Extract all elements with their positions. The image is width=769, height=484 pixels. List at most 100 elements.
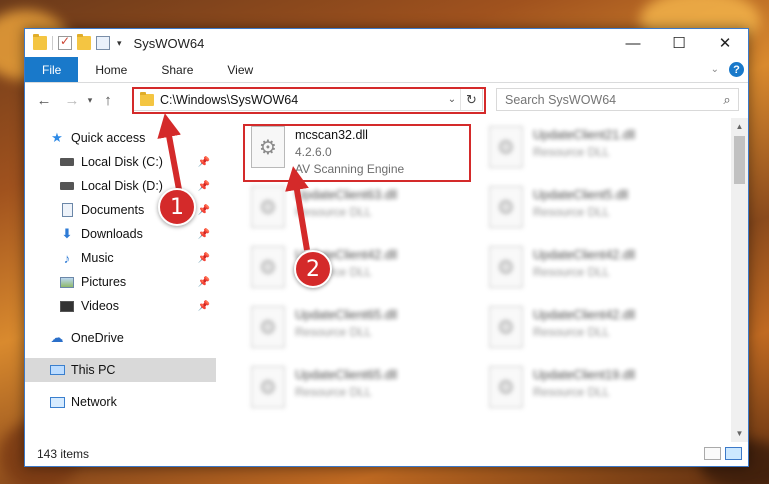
drive-icon (59, 179, 75, 193)
address-bar[interactable]: C:\Windows\SysWOW64 ⌄ ↻ (133, 88, 483, 111)
sidebar-item-label: Videos (81, 299, 119, 313)
item-count: 143 items (37, 447, 90, 461)
explorer-window: ▾ SysWOW64 — ☐ ✕ File Home Share View ⌄ … (24, 28, 749, 467)
pin-icon[interactable]: 📌 (198, 229, 210, 240)
properties-check-icon[interactable] (58, 34, 72, 50)
forward-arrow-icon[interactable]: → (61, 92, 83, 109)
sidebar-item-local-disk-c[interactable]: Local Disk (C:) 📌 (25, 150, 216, 174)
sidebar-item-onedrive[interactable]: ☁ OneDrive (25, 326, 216, 350)
dll-file-icon: ⚙ (251, 126, 285, 168)
address-dropdown-chevron-icon[interactable]: ⌄ (444, 94, 460, 105)
dll-file-icon: ⚙ (489, 306, 523, 348)
file-item-mcscan32[interactable]: ⚙ mcscan32.dll 4.2.6.0 AV Scanning Engin… (245, 118, 475, 176)
tab-home[interactable]: Home (78, 57, 144, 82)
vertical-scrollbar[interactable]: ▲ ▼ (731, 118, 748, 442)
sidebar-item-downloads[interactable]: ⬇ Downloads 📌 (25, 222, 216, 246)
pictures-icon (59, 275, 75, 289)
drive-icon (59, 155, 75, 169)
new-folder-icon[interactable] (77, 34, 91, 50)
pin-icon[interactable]: 📌 (198, 205, 210, 216)
tab-share[interactable]: Share (144, 57, 210, 82)
sidebar-item-quick-access[interactable]: ★ Quick access (25, 126, 216, 150)
file-name: UpdateClient21.dll (533, 128, 636, 142)
large-icons-view-icon[interactable] (725, 447, 742, 460)
status-bar: 143 items (25, 442, 748, 466)
file-item[interactable]: ⚙ UpdateClient42.dll Resource DLL (483, 238, 713, 296)
view-options-icon[interactable] (96, 36, 110, 50)
up-arrow-icon[interactable]: ↑ (97, 92, 119, 109)
file-name: UpdateClient42.dll (533, 248, 636, 262)
chevron-down-icon[interactable]: ▾ (117, 38, 122, 49)
title-bar: ▾ SysWOW64 — ☐ ✕ (25, 29, 748, 57)
file-item[interactable]: ⚙ UpdateClient63.dll Resource DLL (245, 178, 475, 236)
file-version: 4.2.6.0 (295, 145, 332, 159)
file-type: Resource DLL (533, 265, 610, 279)
sidebar-item-label: Music (81, 251, 114, 265)
file-item[interactable]: ⚙ UpdateClient42.dll Resource DLL (483, 298, 713, 356)
maximize-button[interactable]: ☐ (656, 29, 702, 57)
window-title: SysWOW64 (133, 35, 205, 51)
recent-locations-chevron-icon[interactable]: ▾ (83, 95, 97, 106)
folder-icon (33, 34, 47, 50)
dll-file-icon: ⚙ (489, 366, 523, 408)
scroll-up-icon[interactable]: ▲ (731, 118, 748, 135)
cloud-icon: ☁ (50, 330, 64, 345)
file-type: Resource DLL (533, 325, 610, 339)
step-2-badge: 2 (294, 250, 332, 288)
pin-icon[interactable]: 📌 (198, 301, 210, 312)
details-view-icon[interactable] (704, 447, 721, 460)
close-button[interactable]: ✕ (702, 29, 748, 57)
sidebar-item-label: Quick access (71, 131, 146, 145)
file-item[interactable]: ⚙ UpdateClient65.dll Resource DLL (245, 358, 475, 416)
sidebar-item-label: Network (71, 395, 117, 409)
sidebar-item-label: This PC (71, 363, 116, 377)
folder-icon (140, 91, 154, 106)
sidebar-item-this-pc[interactable]: This PC (25, 358, 216, 382)
file-name: UpdateClient63.dll (295, 188, 398, 202)
sidebar-item-network[interactable]: Network (25, 390, 216, 414)
sidebar-item-videos[interactable]: Videos 📌 (25, 294, 216, 318)
file-name: UpdateClient19.dll (533, 368, 636, 382)
pin-icon[interactable]: 📌 (198, 181, 210, 192)
search-box[interactable]: ⌕ (496, 88, 739, 111)
back-arrow-icon[interactable]: ← (33, 92, 55, 109)
pin-icon[interactable]: 📌 (198, 253, 210, 264)
scroll-down-icon[interactable]: ▼ (731, 425, 748, 442)
tab-file[interactable]: File (25, 57, 79, 82)
file-type: Resource DLL (533, 385, 610, 399)
sidebar-item-music[interactable]: ♪ Music 📌 (25, 246, 216, 270)
file-item[interactable]: ⚙ UpdateClient42.dll Resource DLL (245, 238, 475, 296)
search-icon[interactable]: ⌕ (716, 92, 738, 108)
search-input[interactable] (505, 92, 716, 107)
dll-file-icon: ⚙ (251, 366, 285, 408)
file-name: UpdateClient65.dll (295, 368, 398, 382)
dll-file-icon: ⚙ (489, 246, 523, 288)
file-item[interactable]: ⚙ UpdateClient19.dll Resource DLL (483, 358, 713, 416)
sidebar-item-label: Local Disk (C:) (81, 155, 163, 169)
file-item[interactable]: ⚙ UpdateClient5.dll Resource DLL (483, 178, 713, 236)
file-type: Resource DLL (295, 325, 372, 339)
minimize-button[interactable]: — (610, 29, 656, 57)
window-controls: — ☐ ✕ (610, 29, 748, 57)
sidebar-item-label: Pictures (81, 275, 127, 289)
dll-file-icon: ⚙ (251, 306, 285, 348)
documents-icon (59, 203, 75, 217)
network-icon (49, 395, 65, 409)
sidebar-item-pictures[interactable]: Pictures 📌 (25, 270, 216, 294)
toolbar-separator (52, 36, 53, 50)
step-1-badge: 1 (158, 188, 196, 226)
address-path[interactable]: C:\Windows\SysWOW64 (160, 93, 444, 107)
ribbon-tabs: File Home Share View ⌄ ? (25, 57, 748, 83)
tab-view[interactable]: View (210, 57, 270, 82)
file-item[interactable]: ⚙ UpdateClient65.dll Resource DLL (245, 298, 475, 356)
file-item[interactable]: ⚙ UpdateClient21.dll Resource DLL (483, 118, 713, 176)
refresh-icon[interactable]: ↻ (460, 89, 482, 110)
scrollbar-thumb[interactable] (734, 136, 745, 184)
content-area: ★ Quick access Local Disk (C:) 📌 Local D… (25, 118, 748, 442)
dll-file-icon: ⚙ (251, 246, 285, 288)
expand-ribbon-icon[interactable]: ⌄ (711, 64, 719, 75)
file-name: mcscan32.dll (295, 128, 368, 142)
pin-icon[interactable]: 📌 (198, 157, 210, 168)
pin-icon[interactable]: 📌 (198, 277, 210, 288)
help-icon[interactable]: ? (729, 62, 744, 77)
